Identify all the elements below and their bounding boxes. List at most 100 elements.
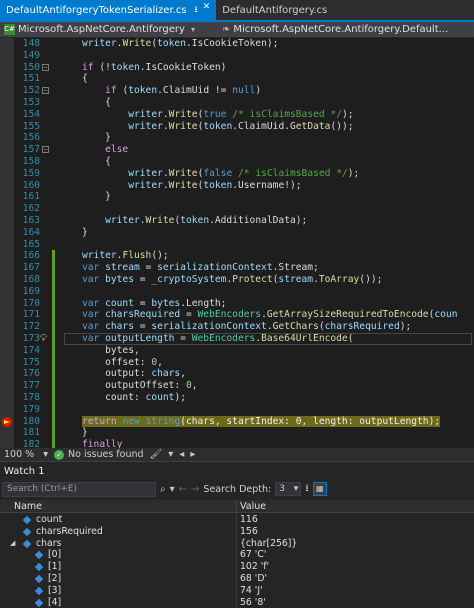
watch-item-name: charsRequired bbox=[36, 525, 103, 537]
code-line[interactable]: 155 writer.Write(token.ClaimUid.GetData()… bbox=[0, 121, 474, 133]
code-line[interactable]: 166 writer.Flush(); bbox=[0, 250, 474, 262]
code-line[interactable]: 177 outputOffset: 0, bbox=[0, 380, 474, 392]
code-line[interactable]: 162 bbox=[0, 203, 474, 215]
collapse-toggle-icon[interactable]: − bbox=[42, 146, 49, 154]
watch-search-input[interactable]: Search (Ctrl+E) bbox=[2, 481, 156, 497]
watch-toolbar: Search (Ctrl+E) ⌕ ▾ ← → Search Depth: 3 … bbox=[0, 480, 474, 498]
collapse-toggle-icon[interactable]: − bbox=[42, 87, 49, 95]
line-number: 173 bbox=[22, 333, 40, 344]
search-depth-dropdown[interactable]: 3 ▾ bbox=[275, 482, 302, 496]
line-number: 162 bbox=[22, 203, 40, 215]
line-number: 169 bbox=[22, 285, 40, 297]
chevron-down-icon[interactable]: ▾ bbox=[168, 449, 173, 460]
code-line[interactable]: 181} bbox=[0, 427, 474, 439]
code-line[interactable]: 151 { bbox=[0, 73, 474, 85]
chevron-down-icon[interactable]: ▾ bbox=[170, 484, 175, 495]
line-number: 149 bbox=[22, 49, 40, 61]
collapse-toggle-icon[interactable]: − bbox=[42, 63, 49, 71]
code-line[interactable]: 171 var charsRequired = WebEncoders.GetAr… bbox=[0, 309, 474, 321]
lightbulb-icon[interactable]: 💡︎ bbox=[40, 333, 49, 344]
code-text: writer.Write(token.IsCookieToken); bbox=[82, 38, 279, 49]
watch-row[interactable]: [3] 74 'J' bbox=[0, 584, 474, 597]
search-next-icon[interactable]: → bbox=[191, 484, 199, 495]
grid-view-toggle-icon[interactable]: ▦ bbox=[312, 482, 327, 496]
code-line[interactable]: 150 if (!token.IsCookieToken) bbox=[0, 62, 474, 74]
tab-default-antiforgery-token-serializer[interactable]: DefaultAntiforgeryTokenSerializer.cs ⭳ ✕ bbox=[0, 0, 217, 20]
variable-icon bbox=[23, 528, 31, 536]
watch-grid: Name Value count 116 charsRequired 156 ◢ char… bbox=[0, 500, 474, 608]
watch-item-name: [1] bbox=[48, 561, 62, 573]
code-line[interactable]: 175 offset: 0, bbox=[0, 357, 474, 369]
code-line[interactable]: 158 { bbox=[0, 156, 474, 168]
code-line[interactable]: 148 writer.Write(token.IsCookieToken); bbox=[0, 38, 474, 50]
code-editor[interactable]: 148 writer.Write(token.IsCookieToken); 149… bbox=[0, 38, 474, 448]
code-line[interactable]: 179 bbox=[0, 404, 474, 416]
code-line[interactable]: 159 writer.Write(false /* isClaimsBased *… bbox=[0, 168, 474, 180]
zoom-dropdown[interactable]: 100 % ▾ bbox=[0, 449, 48, 460]
tab-default-antiforgery[interactable]: DefaultAntiforgery.cs bbox=[216, 0, 334, 20]
value-column-header[interactable]: Value bbox=[240, 500, 266, 513]
code-line[interactable]: 182 finally bbox=[0, 439, 474, 448]
close-icon[interactable]: ✕ bbox=[203, 2, 211, 18]
current-line-highlight bbox=[64, 332, 472, 345]
code-line[interactable]: 176 output: chars, bbox=[0, 368, 474, 380]
line-number: 160 bbox=[22, 179, 40, 191]
watch-row[interactable]: [4] 56 '8' bbox=[0, 596, 474, 608]
project-dropdown[interactable]: C# Microsoft.AspNetCore.Antiforgery ▾ bbox=[0, 22, 218, 37]
chevron-down-icon: ▾ bbox=[293, 484, 299, 494]
code-text: var count = bytes.Length; bbox=[82, 297, 227, 309]
code-line[interactable]: 165 bbox=[0, 239, 474, 251]
code-line[interactable]: 168 var bytes = _cryptoSystem.Protect(str… bbox=[0, 274, 474, 286]
arrow-left-icon[interactable]: ◂ bbox=[179, 449, 184, 460]
search-icon[interactable]: ⌕ bbox=[160, 484, 166, 495]
watch-row[interactable]: charsRequired 156 bbox=[0, 525, 474, 538]
code-line[interactable]: 163 writer.Write(token.AdditionalData); bbox=[0, 215, 474, 227]
code-text: var stream = serializationContext.Stream… bbox=[82, 262, 319, 274]
code-text: { bbox=[105, 97, 111, 108]
code-line[interactable]: 161} bbox=[0, 191, 474, 203]
watch-row[interactable]: [2] 68 'D' bbox=[0, 573, 474, 585]
csharp-project-icon: C# bbox=[4, 24, 15, 35]
line-number: 176 bbox=[22, 368, 40, 380]
watch-row[interactable]: ◢ chars {char[256]} bbox=[0, 537, 474, 550]
code-line[interactable]: 149 bbox=[0, 50, 474, 62]
code-line[interactable]: 152 if (token.ClaimUid != null) bbox=[0, 85, 474, 97]
code-line[interactable]: 172 var chars = serializationContext.GetC… bbox=[0, 321, 474, 333]
code-line[interactable]: 160 writer.Write(token.Username!); bbox=[0, 180, 474, 192]
tab-label: DefaultAntiforgery.cs bbox=[222, 4, 328, 16]
line-number: 182 bbox=[22, 439, 40, 448]
pin-watch-icon[interactable]: ⭳ bbox=[305, 481, 309, 498]
line-number: 174 bbox=[22, 344, 40, 356]
watch-row[interactable]: [1] 102 'f' bbox=[0, 561, 474, 574]
arrow-right-icon[interactable]: ▸ bbox=[190, 449, 195, 460]
line-number: 164 bbox=[22, 226, 40, 238]
code-line[interactable]: 157 else bbox=[0, 144, 474, 156]
code-line[interactable]: 167 var stream = serializationContext.Str… bbox=[0, 262, 474, 274]
pin-icon[interactable]: ⭳ bbox=[195, 2, 198, 18]
code-line[interactable]: 153 { bbox=[0, 97, 474, 109]
code-text: var chars = serializationContext.GetChar… bbox=[82, 321, 412, 333]
search-previous-icon[interactable]: ← bbox=[179, 484, 187, 495]
brush-icon[interactable]: 🖌︎ bbox=[150, 449, 163, 460]
name-column-header[interactable]: Name bbox=[14, 500, 42, 513]
code-line[interactable]: 154 writer.Write(true /* isClaimsBased */… bbox=[0, 109, 474, 121]
code-line[interactable]: 164} bbox=[0, 227, 474, 239]
code-text: } bbox=[82, 226, 88, 238]
code-line[interactable]: 174 bytes, bbox=[0, 345, 474, 357]
watch-row[interactable]: count 116 bbox=[0, 514, 474, 526]
class-icon: ❧ bbox=[222, 24, 231, 35]
issues-indicator[interactable]: ✓ No issues found bbox=[54, 449, 144, 460]
code-line[interactable]: 180 return new string(chars, startIndex: … bbox=[0, 415, 474, 428]
breakpoint-next-statement-icon[interactable] bbox=[2, 416, 12, 427]
code-line[interactable]: 170 var count = bytes.Length; bbox=[0, 298, 474, 310]
variable-icon bbox=[35, 599, 43, 607]
chevron-down-icon: ▾ bbox=[43, 449, 48, 460]
watch-item-name: [3] bbox=[48, 584, 62, 596]
code-line[interactable]: 178 count: count); bbox=[0, 392, 474, 404]
watch-row[interactable]: [0] 67 'C' bbox=[0, 549, 474, 562]
type-dropdown[interactable]: ❧ Microsoft.AspNetCore.Antiforgery.Defau… bbox=[218, 22, 474, 37]
check-circle-icon: ✓ bbox=[54, 449, 64, 460]
code-line[interactable]: 169 bbox=[0, 286, 474, 298]
expand-toggle-icon[interactable]: ◢ bbox=[10, 538, 15, 550]
code-line[interactable]: 156} bbox=[0, 132, 474, 144]
